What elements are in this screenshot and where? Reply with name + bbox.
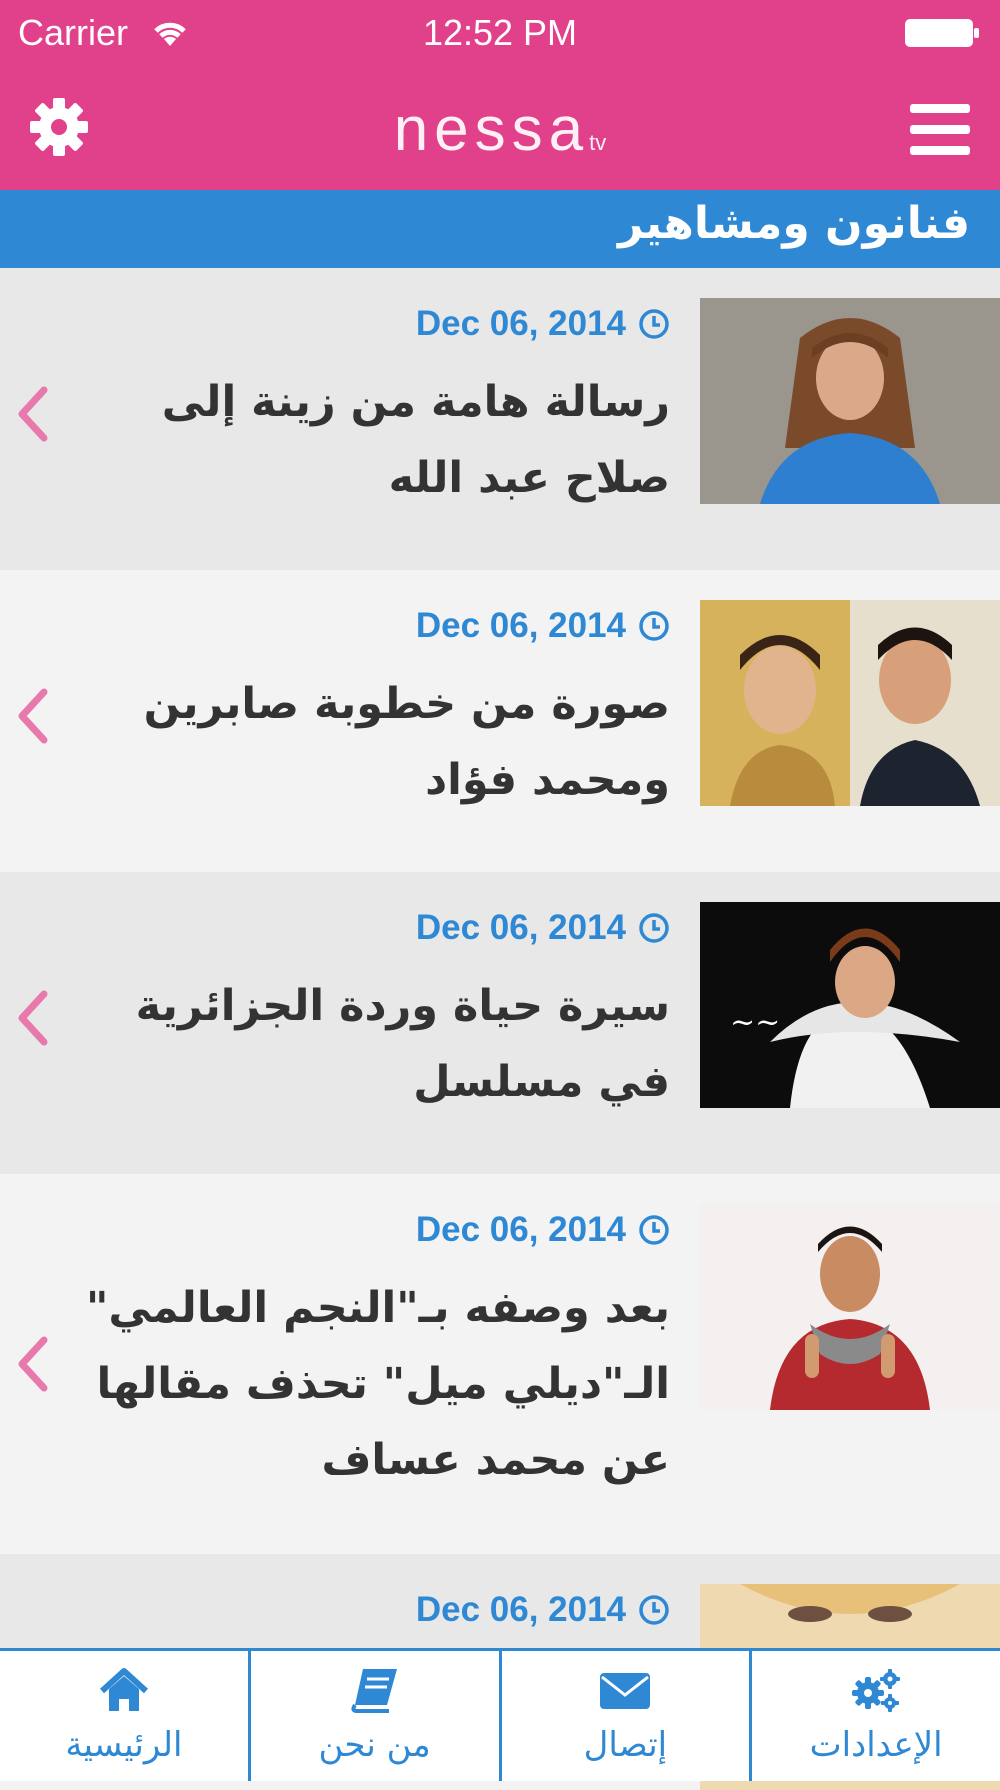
logo-suffix: tv: [589, 130, 607, 155]
article-list: Dec 06, 2014 رسالة هامة من زينة إلى صلاح…: [0, 268, 1000, 1790]
clock-icon: [639, 1215, 669, 1245]
logo-text: nessa: [393, 95, 590, 164]
envelope-icon: [600, 1673, 651, 1709]
article-thumbnail: ~~: [700, 902, 1000, 1108]
clock-icon: [639, 611, 669, 641]
clock-icon: [639, 1595, 669, 1625]
gears-icon: [852, 1669, 901, 1712]
tab-bar: الرئيسية من نحن إتصال الإعدادات: [0, 1648, 1000, 1781]
article-date: Dec 06, 2014: [416, 606, 670, 646]
svg-text:~~: ~~: [730, 1005, 780, 1040]
chevron-left-icon[interactable]: [14, 688, 50, 744]
battery-icon: [905, 19, 979, 47]
clock-icon: [639, 309, 669, 339]
status-bar: Carrier 12:52 PM: [0, 0, 1000, 66]
list-item[interactable]: Dec 06, 2014 صورة من خطوبة صابرين ومحمد …: [0, 570, 1000, 872]
chevron-left-icon[interactable]: [14, 1336, 50, 1392]
tab-home-label: الرئيسية: [65, 1725, 183, 1765]
list-item[interactable]: ~~ Dec 06, 2014 سيرة حياة وردة الجزائرية…: [0, 872, 1000, 1174]
date-text: Dec 06, 2014: [415, 304, 626, 343]
category-header: فنانون ومشاهير: [0, 190, 1000, 268]
article-title[interactable]: رسالة هامة من زينة إلى صلاح عبد الله: [50, 364, 670, 516]
nav-bar: nessatv: [0, 66, 1000, 190]
tab-about-label: من نحن: [318, 1725, 431, 1765]
date-text: Dec 06, 2014: [415, 1210, 626, 1249]
home-icon: [99, 1668, 148, 1711]
tab-contact-label: إتصال: [583, 1725, 668, 1765]
list-item[interactable]: Dec 06, 2014 رسالة هامة من زينة إلى صلاح…: [0, 268, 1000, 570]
article-date: Dec 06, 2014: [416, 1210, 670, 1250]
article-date: Dec 06, 2014: [416, 1590, 670, 1630]
status-time: 12:52 PM: [422, 12, 578, 53]
article-title[interactable]: سيرة حياة وردة الجزائرية في مسلسل: [50, 968, 670, 1120]
tab-contact[interactable]: إتصال: [502, 1651, 753, 1781]
app-logo: nessatv: [0, 94, 1000, 165]
hamburger-menu-icon[interactable]: [910, 104, 970, 155]
clock-icon: [639, 913, 669, 943]
article-thumbnail: [700, 1204, 1000, 1410]
article-thumbnail: [700, 600, 1000, 806]
tab-home[interactable]: الرئيسية: [0, 1651, 251, 1781]
book-icon: [351, 1669, 397, 1713]
article-thumbnail: [700, 298, 1000, 504]
article-title[interactable]: صورة من خطوبة صابرين ومحمد فؤاد: [50, 666, 670, 818]
article-title[interactable]: بعد وصفه بـ"النجم العالمي" الـ"ديلي ميل"…: [50, 1270, 670, 1498]
chevron-left-icon[interactable]: [14, 990, 50, 1046]
date-text: Dec 06, 2014: [415, 606, 626, 645]
date-text: Dec 06, 2014: [415, 908, 626, 947]
date-text: Dec 06, 2014: [415, 1590, 626, 1629]
chevron-left-icon[interactable]: [14, 386, 50, 442]
list-item[interactable]: Dec 06, 2014 بعد وصفه بـ"النجم العالمي" …: [0, 1174, 1000, 1554]
tab-settings[interactable]: الإعدادات: [752, 1651, 1000, 1781]
tab-settings-label: الإعدادات: [809, 1725, 943, 1765]
article-date: Dec 06, 2014: [416, 304, 670, 344]
category-title: فنانون ومشاهير: [618, 198, 970, 249]
article-date: Dec 06, 2014: [416, 908, 670, 948]
tab-about[interactable]: من نحن: [251, 1651, 502, 1781]
